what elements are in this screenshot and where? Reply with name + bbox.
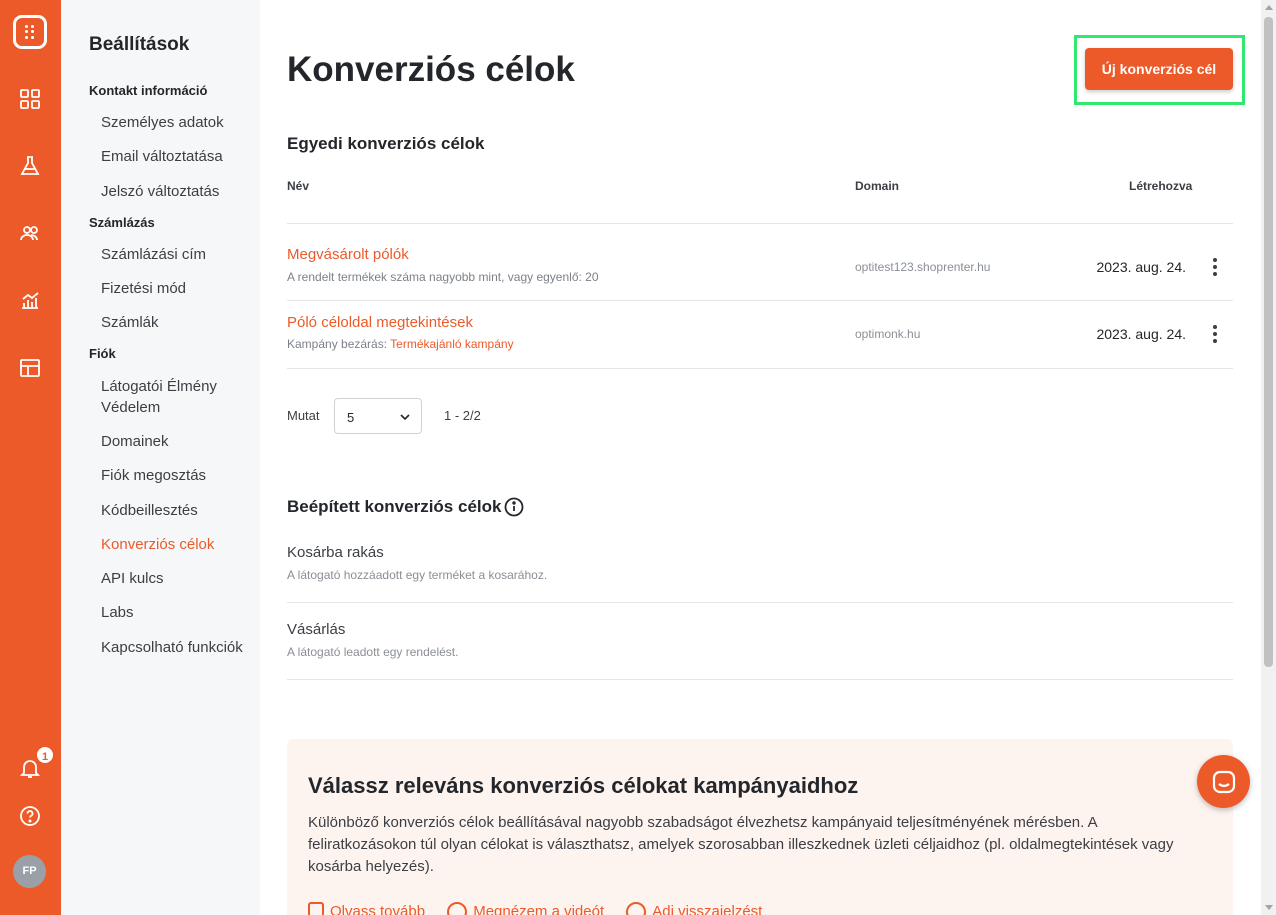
templates-icon[interactable] [18, 356, 42, 380]
goal-created-date: 2023. aug. 24. [1096, 326, 1186, 342]
scrollbar[interactable] [1261, 0, 1276, 915]
table-divider [287, 300, 1233, 301]
sidebar-item-email-change[interactable]: Email változtatása [101, 146, 251, 167]
avatar[interactable]: FP [13, 855, 46, 888]
sidebar-item-domains[interactable]: Domainek [101, 431, 251, 452]
column-header-created[interactable]: Létrehozva [1129, 179, 1192, 193]
chat-icon [1212, 770, 1236, 794]
info-banner: Válassz releváns konverziós célokat kamp… [287, 739, 1233, 915]
column-header-domain[interactable]: Domain [855, 179, 899, 193]
sidebar-item-toggleable-features[interactable]: Kapcsolható funkciók [101, 637, 251, 658]
book-icon [308, 902, 324, 915]
help-icon[interactable] [18, 804, 42, 828]
sidebar-item-api-key[interactable]: API kulcs [101, 568, 251, 589]
goal-description: Kampány bezárás: Termékajánló kampány [287, 337, 514, 351]
sidebar-item-invoices[interactable]: Számlák [101, 312, 251, 333]
campaign-link[interactable]: Termékajánló kampány [390, 337, 513, 351]
page-size-select[interactable]: 5 [334, 398, 422, 434]
goal-domain: optitest123.shoprenter.hu [855, 260, 991, 274]
banner-text: Különböző konverziós célok beállításával… [308, 814, 1174, 875]
settings-sidebar: Beállítások Kontakt információ Személyes… [61, 0, 260, 915]
page-title: Konverziós célok [287, 50, 575, 89]
goal-domain: optimonk.hu [855, 327, 921, 341]
sidebar-item-code-insertion[interactable]: Kódbeillesztés [101, 500, 251, 521]
chat-bubble-icon [626, 902, 647, 915]
chevron-down-icon [400, 414, 410, 421]
dashboard-icon[interactable] [18, 87, 42, 111]
sidebar-item-labs[interactable]: Labs [101, 602, 251, 623]
chat-launcher-button[interactable] [1197, 755, 1250, 808]
sidebar-group-contact: Kontakt információ [89, 83, 208, 98]
sidebar-item-account-sharing[interactable]: Fiók megosztás [101, 465, 251, 486]
analytics-icon[interactable] [18, 288, 42, 312]
builtin-goal-title: Vásárlás [287, 621, 346, 638]
column-header-name[interactable]: Név [287, 179, 309, 193]
new-conversion-goal-button[interactable]: Új konverziós cél [1085, 48, 1233, 90]
flask-icon[interactable] [18, 154, 42, 178]
sidebar-item-billing-address[interactable]: Számlázási cím [101, 244, 251, 265]
sidebar-item-conversion-goals[interactable]: Konverziós célok [101, 534, 251, 555]
watch-video-link[interactable]: Megnézem a videót [447, 902, 604, 915]
builtin-goal-description: A látogató leadott egy rendelést. [287, 645, 459, 659]
builtin-goals-title: Beépített konverziós célok [287, 497, 502, 516]
pagination-info: 1 - 2/2 [444, 408, 481, 423]
users-icon[interactable] [18, 221, 42, 245]
goal-created-date: 2023. aug. 24. [1096, 259, 1186, 275]
page-size-label: Mutat [287, 408, 320, 423]
play-icon [447, 902, 468, 915]
table-divider [287, 602, 1233, 603]
sidebar-item-visitor-experience[interactable]: Látogatói Élmény Védelem [101, 376, 251, 418]
info-icon[interactable] [503, 496, 525, 518]
feedback-link[interactable]: Adj visszajelzést [626, 902, 762, 915]
builtin-goal-description: A látogató hozzáadott egy terméket a kos… [287, 568, 548, 582]
goal-description: A rendelt termékek száma nagyobb mint, v… [287, 270, 599, 284]
row-menu-icon[interactable] [1209, 323, 1221, 345]
scroll-up-icon[interactable] [1265, 5, 1273, 10]
scroll-down-icon[interactable] [1265, 905, 1273, 910]
sidebar-item-password-change[interactable]: Jelszó változtatás [101, 181, 251, 202]
read-more-link[interactable]: Olvass tovább [308, 902, 425, 915]
sidebar-item-payment-method[interactable]: Fizetési mód [101, 278, 251, 299]
main-content: Konverziós célok Új konverziós cél Egyed… [260, 0, 1261, 915]
table-divider [287, 368, 1233, 369]
custom-goals-title: Egyedi konverziós célok [287, 134, 485, 153]
banner-title: Válassz releváns konverziós célokat kamp… [308, 773, 859, 798]
app-logo-icon[interactable] [13, 15, 47, 49]
table-divider [287, 679, 1233, 680]
scrollbar-thumb[interactable] [1264, 17, 1273, 667]
icon-rail: 1 FP [0, 0, 61, 915]
table-divider [287, 223, 1233, 224]
sidebar-item-personal-data[interactable]: Személyes adatok [101, 112, 251, 133]
sidebar-group-billing: Számlázás [89, 215, 155, 230]
sidebar-group-account: Fiók [89, 346, 116, 361]
banner-links: Olvass tovább Megnézem a videót Adj viss… [308, 902, 780, 915]
notification-badge: 1 [35, 745, 55, 765]
sidebar-title: Beállítások [89, 34, 190, 55]
goal-name-link[interactable]: Póló céloldal megtekintések [287, 314, 473, 331]
row-menu-icon[interactable] [1209, 256, 1221, 278]
goal-name-link[interactable]: Megvásárolt pólók [287, 246, 409, 263]
builtin-goal-title: Kosárba rakás [287, 544, 384, 561]
